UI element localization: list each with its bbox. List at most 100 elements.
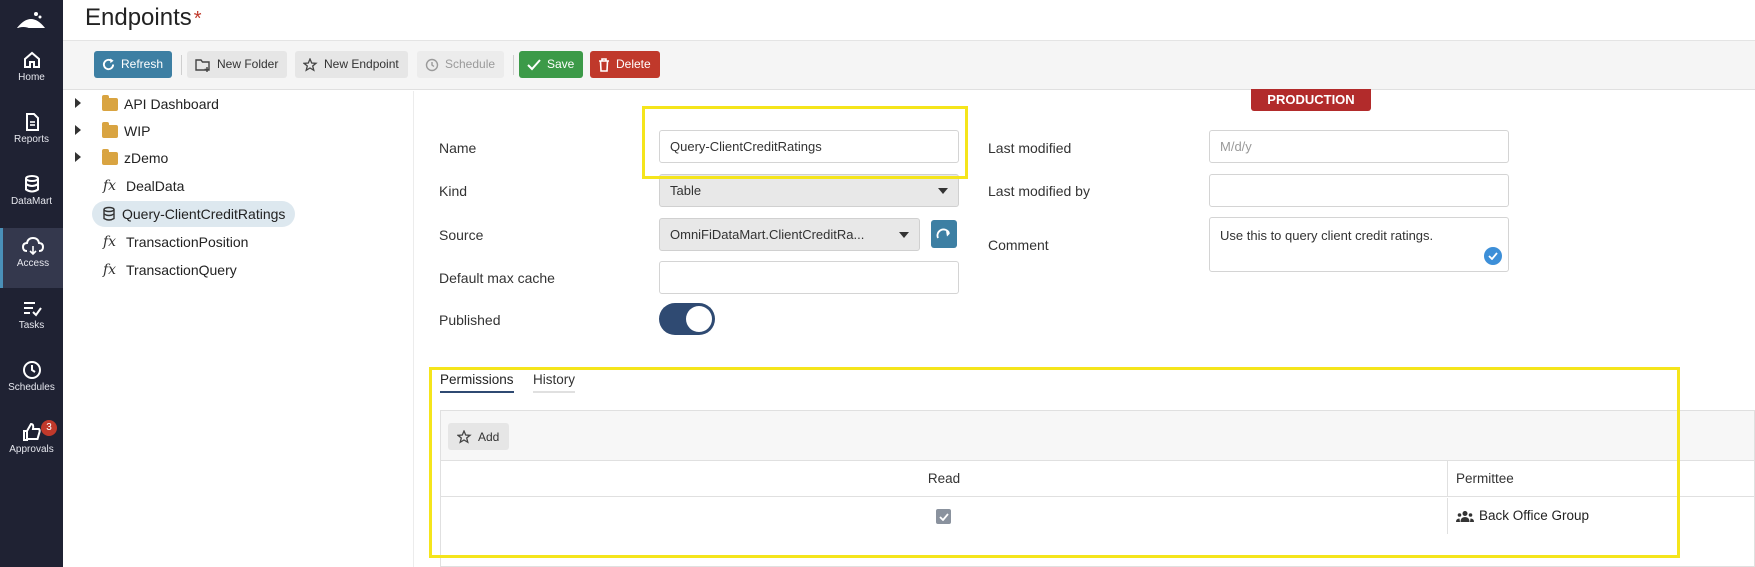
tasks-icon bbox=[23, 302, 42, 317]
nav-label: Access bbox=[16, 258, 50, 269]
nav-label: Tasks bbox=[18, 320, 45, 331]
nav-item-datamart[interactable]: DataMart bbox=[0, 166, 63, 226]
database-icon bbox=[24, 175, 39, 193]
tree-item-label: TransactionPosition bbox=[126, 234, 249, 250]
kind-select[interactable]: Table bbox=[659, 174, 959, 207]
last-modified-label: Last modified bbox=[988, 140, 1072, 156]
comment-text: Use this to query client credit ratings. bbox=[1220, 228, 1434, 243]
home-icon bbox=[23, 51, 40, 68]
toolbar: Refresh New Folder New Endpoint Schedule… bbox=[63, 41, 1755, 90]
read-cell bbox=[441, 498, 1448, 534]
nav-label: Home bbox=[18, 72, 45, 83]
nav-item-home[interactable]: Home bbox=[0, 42, 63, 102]
schedule-label: Schedule bbox=[445, 57, 496, 71]
nav-item-schedules[interactable]: Schedules bbox=[0, 352, 63, 412]
expand-caret[interactable] bbox=[75, 125, 81, 135]
clock-icon bbox=[22, 361, 41, 379]
nav-label: Reports bbox=[13, 134, 49, 145]
tree-folder-wip[interactable]: WIP bbox=[102, 118, 150, 144]
cloud-icon bbox=[22, 236, 44, 256]
column-header-permittee[interactable]: Permittee bbox=[1449, 461, 1514, 496]
default-max-cache-field[interactable] bbox=[659, 261, 959, 294]
endpoint-tree: API Dashboard WIP zDemo fx DealData Quer… bbox=[63, 91, 413, 567]
add-permission-button[interactable]: Add bbox=[448, 423, 510, 450]
last-modified-field[interactable]: M/d/y bbox=[1209, 130, 1509, 163]
tree-item-label: DealData bbox=[126, 178, 185, 194]
tree-item-transactionposition[interactable]: fx TransactionPosition bbox=[103, 229, 248, 255]
folder-icon bbox=[102, 148, 118, 165]
refresh-label: Refresh bbox=[121, 57, 164, 71]
delete-label: Delete bbox=[616, 57, 651, 71]
approvals-count-badge: 3 bbox=[41, 420, 57, 436]
source-label: Source bbox=[439, 227, 484, 243]
permittee-name: Back Office Group bbox=[1479, 508, 1590, 523]
tree-item-transactionquery[interactable]: fx TransactionQuery bbox=[103, 257, 237, 283]
folder-icon bbox=[102, 94, 118, 111]
nav-item-reports[interactable]: Reports bbox=[0, 104, 63, 164]
nav-item-approvals[interactable]: Approvals 3 bbox=[0, 414, 63, 474]
name-label: Name bbox=[439, 140, 477, 156]
name-field[interactable]: Query-ClientCreditRatings bbox=[659, 130, 959, 163]
report-icon bbox=[25, 113, 39, 131]
app-logo[interactable] bbox=[14, 8, 48, 34]
source-select[interactable]: OmniFiDataMart.ClientCreditRa... bbox=[659, 218, 920, 251]
table-row[interactable]: Back Office Group bbox=[441, 498, 1754, 534]
tab-permissions[interactable]: Permissions bbox=[440, 372, 514, 393]
folder-icon bbox=[102, 121, 118, 138]
comment-field[interactable]: Use this to query client credit ratings. bbox=[1209, 217, 1509, 272]
nav-rail: Home Reports DataMart Access Tasks Sched… bbox=[0, 0, 63, 567]
last-modified-by-label: Last modified by bbox=[988, 183, 1090, 199]
dropdown-arrow-icon bbox=[938, 188, 948, 194]
function-icon: fx bbox=[103, 178, 117, 194]
new-folder-button[interactable]: New Folder bbox=[187, 51, 288, 78]
database-icon bbox=[103, 206, 115, 221]
page-title-text: Endpoints bbox=[85, 4, 192, 31]
source-refresh-button[interactable] bbox=[931, 220, 957, 248]
new-folder-icon bbox=[195, 58, 210, 72]
permittee-cell: Back Office Group bbox=[1456, 498, 1589, 534]
nav-label: Schedules bbox=[8, 382, 55, 393]
unsaved-marker: * bbox=[193, 8, 202, 30]
new-endpoint-label: New Endpoint bbox=[324, 57, 399, 71]
tree-folder-label: API Dashboard bbox=[124, 96, 219, 112]
column-header-read[interactable]: Read bbox=[441, 461, 1448, 496]
source-value: OmniFiDataMart.ClientCreditRa... bbox=[670, 227, 865, 242]
refresh-button[interactable]: Refresh bbox=[94, 51, 173, 78]
delete-button[interactable]: Delete bbox=[590, 51, 660, 78]
grid-header: Read Permittee bbox=[441, 461, 1754, 497]
kind-value: Table bbox=[670, 183, 702, 198]
users-icon bbox=[1456, 510, 1474, 522]
tree-item-dealdata[interactable]: fx DealData bbox=[103, 173, 184, 199]
function-icon: fx bbox=[103, 262, 117, 278]
comment-label: Comment bbox=[988, 237, 1049, 253]
spellcheck-icon[interactable] bbox=[1484, 247, 1502, 265]
page-title: Endpoints * bbox=[85, 4, 202, 32]
published-toggle[interactable] bbox=[659, 303, 715, 335]
nav-item-tasks[interactable]: Tasks bbox=[0, 290, 63, 350]
tree-item-query-clientcreditratings[interactable]: Query-ClientCreditRatings bbox=[92, 201, 296, 227]
refresh-icon bbox=[102, 58, 115, 71]
toggle-knob bbox=[686, 306, 712, 332]
star-plus-icon bbox=[303, 57, 318, 72]
thumbs-up-icon bbox=[22, 422, 41, 441]
tab-history[interactable]: History bbox=[533, 372, 576, 393]
add-label: Add bbox=[478, 429, 500, 444]
trash-icon bbox=[599, 57, 609, 72]
check-icon bbox=[527, 58, 541, 70]
nav-item-access[interactable]: Access bbox=[0, 228, 63, 288]
tree-folder-zdemo[interactable]: zDemo bbox=[102, 145, 168, 171]
nav-label: DataMart bbox=[10, 196, 53, 207]
last-modified-by-field[interactable] bbox=[1209, 174, 1509, 207]
tree-item-label: TransactionQuery bbox=[126, 262, 237, 278]
default-max-cache-label: Default max cache bbox=[439, 270, 555, 286]
grid-toolbar: Add bbox=[441, 411, 1754, 461]
tree-folder-api-dashboard[interactable]: API Dashboard bbox=[102, 91, 219, 117]
star-plus-icon bbox=[457, 429, 472, 444]
expand-caret[interactable] bbox=[75, 98, 81, 108]
save-button[interactable]: Save bbox=[519, 51, 584, 78]
new-endpoint-button[interactable]: New Endpoint bbox=[295, 51, 408, 78]
expand-caret[interactable] bbox=[75, 152, 81, 162]
schedule-button[interactable]: Schedule bbox=[417, 51, 505, 78]
read-checkbox[interactable] bbox=[936, 509, 951, 524]
environment-badge: PRODUCTION bbox=[1251, 89, 1371, 111]
